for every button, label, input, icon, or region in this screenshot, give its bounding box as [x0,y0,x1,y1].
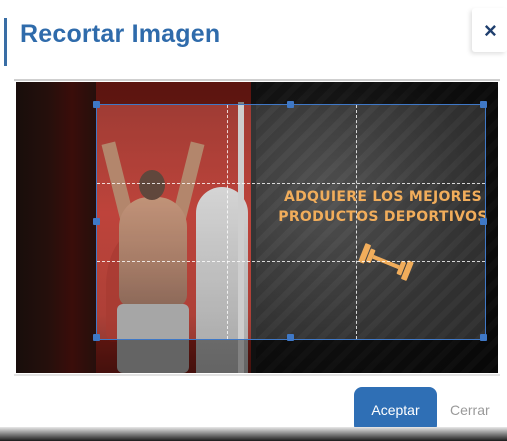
crop-handle-top-right[interactable] [480,101,487,108]
crop-handle-left[interactable] [93,218,100,225]
close-dialog-button[interactable]: × [472,8,507,52]
crop-handle-bottom-left[interactable] [93,334,100,341]
crop-image-area[interactable]: ADQUIERE LOS MEJORES PRODUCTOS DEPORTIVO… [16,82,498,373]
crop-grid-line [97,261,485,262]
crop-dialog: Recortar Imagen × ADQUIERE LOS MEJORES P… [0,0,507,441]
close-icon: × [484,18,497,43]
page-background-strip [0,427,507,441]
title-accent [4,18,7,66]
crop-handle-right[interactable] [480,218,487,225]
divider-bottom [14,374,500,376]
crop-handle-bottom[interactable] [287,334,294,341]
divider-top [14,79,500,81]
crop-selection-box[interactable] [93,101,487,341]
crop-handle-top[interactable] [287,101,294,108]
crop-grid-line [227,105,228,339]
dialog-title: Recortar Imagen [20,20,221,48]
crop-grid-line [97,183,485,184]
crop-handle-bottom-right[interactable] [480,334,487,341]
crop-grid-line [356,105,357,339]
crop-handle-top-left[interactable] [93,101,100,108]
